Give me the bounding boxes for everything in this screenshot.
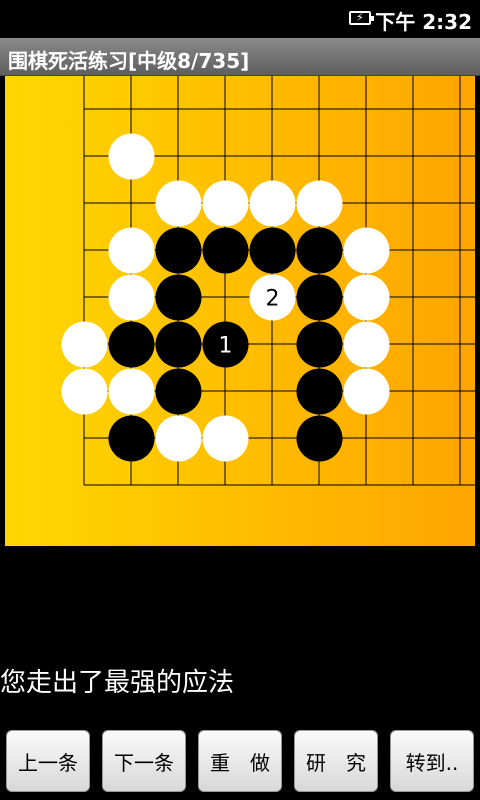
white-stone — [296, 180, 343, 227]
white-stone — [108, 227, 155, 274]
stone-move-number: 1 — [219, 334, 233, 359]
goto-button[interactable]: 转到.. — [390, 730, 474, 792]
stone-move-number: 2 — [266, 287, 280, 312]
black-stone — [202, 227, 249, 274]
black-stone — [296, 368, 343, 415]
white-stone — [343, 321, 390, 368]
page-title: 围棋死活练习[中级8/735] — [8, 49, 250, 73]
white-stone — [108, 274, 155, 321]
black-stone — [155, 368, 202, 415]
prev-button[interactable]: 上一条 — [6, 730, 90, 792]
black-stone — [155, 321, 202, 368]
black-stone — [249, 227, 296, 274]
black-stone — [155, 274, 202, 321]
study-button[interactable]: 研 究 — [294, 730, 378, 792]
white-stone — [108, 133, 155, 180]
white-stone — [343, 227, 390, 274]
battery-charging-icon: ⚡ — [349, 11, 374, 25]
title-bar: 围棋死活练习[中级8/735] — [0, 38, 480, 76]
white-stone — [61, 368, 108, 415]
black-stone — [296, 415, 343, 462]
redo-button[interactable]: 重 做 — [198, 730, 282, 792]
go-board-canvas[interactable]: 21 — [5, 76, 475, 546]
black-stone — [155, 227, 202, 274]
black-stone — [296, 227, 343, 274]
white-stone — [61, 321, 108, 368]
white-stone — [202, 180, 249, 227]
white-stone — [343, 368, 390, 415]
status-bar: ⚡ 下午 2:32 — [0, 0, 480, 38]
black-stone — [296, 274, 343, 321]
black-stone — [296, 321, 343, 368]
black-stone — [108, 321, 155, 368]
status-time: 下午 2:32 — [375, 10, 472, 34]
next-button[interactable]: 下一条 — [102, 730, 186, 792]
white-stone — [202, 415, 249, 462]
black-stone: 1 — [202, 321, 249, 368]
black-stone — [108, 415, 155, 462]
white-stone — [155, 415, 202, 462]
white-stone — [155, 180, 202, 227]
go-board[interactable]: 21 — [5, 76, 475, 546]
white-stone — [108, 368, 155, 415]
white-stone — [343, 274, 390, 321]
board-background — [5, 76, 475, 546]
white-stone — [249, 180, 296, 227]
white-stone: 2 — [249, 274, 296, 321]
feedback-message: 您走出了最强的应法 — [0, 668, 235, 698]
